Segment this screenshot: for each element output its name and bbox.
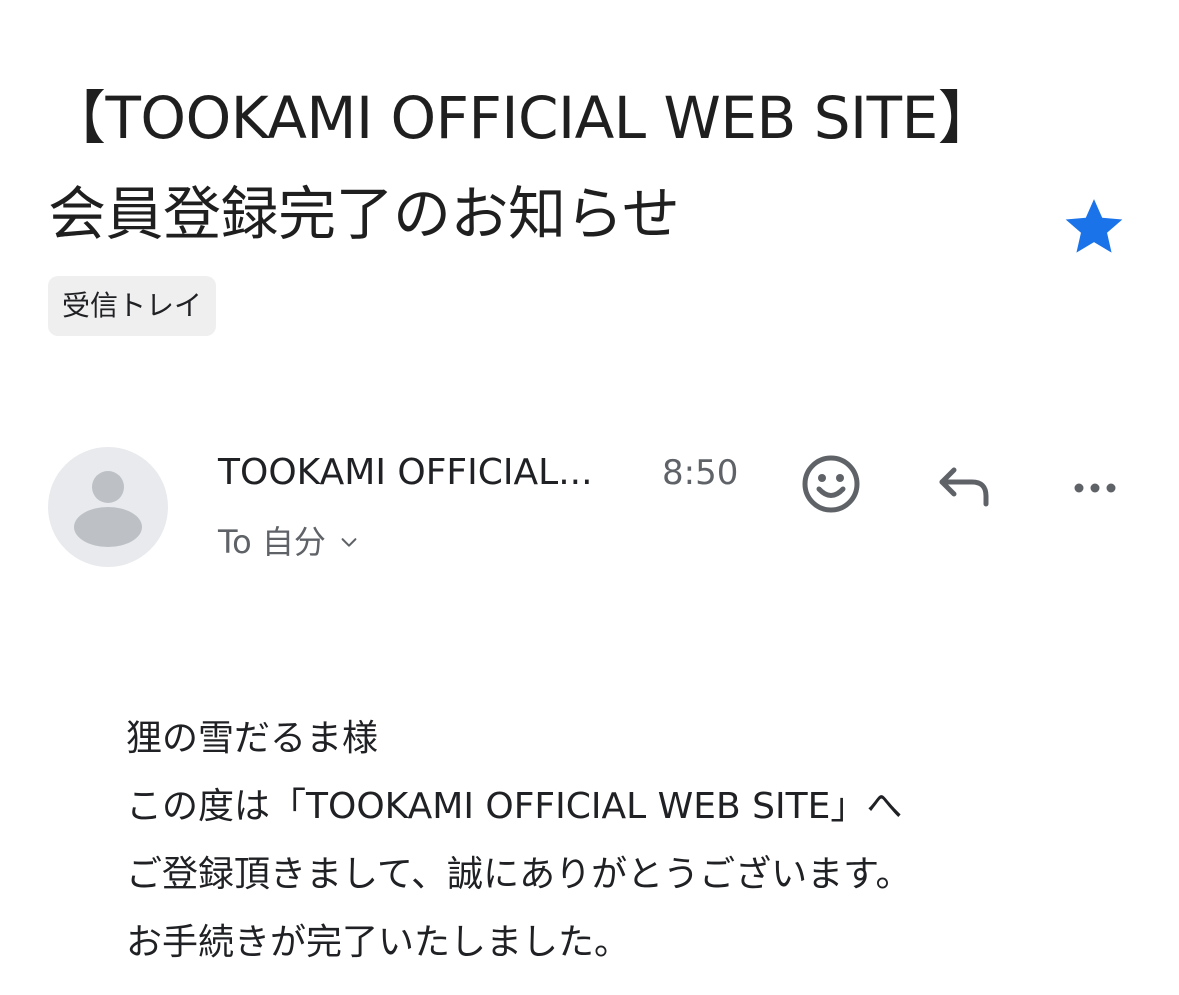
body-line: この度は「TOOKAMI OFFICIAL WEB SITE」へ [126, 786, 903, 827]
chevron-down-icon [341, 538, 357, 547]
sender-name[interactable]: TOOKAMI OFFICIAL... [218, 448, 593, 498]
add-reaction-button[interactable] [795, 448, 867, 520]
body-line: ご登録頂きまして、誠にありがとうございます。 [126, 854, 912, 895]
person-icon [74, 471, 142, 547]
body-line: 狸の雪だるま様 [126, 718, 379, 759]
body-line: お手続きが完了いたしました。 [126, 922, 631, 963]
reply-icon [939, 467, 989, 507]
more-options-button[interactable] [1059, 448, 1131, 520]
avatar[interactable] [48, 447, 168, 567]
email-body: 狸の雪だるま様 この度は「TOOKAMI OFFICIAL WEB SITE」へ… [126, 705, 912, 977]
email-subject: 【TOOKAMI OFFICIAL WEB SITE】会員登録完了のお知らせ [48, 84, 996, 248]
more-horizontal-icon [1074, 483, 1116, 493]
label-chip-inbox[interactable]: 受信トレイ [48, 276, 217, 336]
smiley-icon [802, 455, 860, 513]
recipient-toggle[interactable]: To 自分 [218, 518, 360, 566]
star-icon[interactable] [1060, 192, 1128, 260]
sent-time: 8:50 [662, 453, 739, 493]
reply-button[interactable] [928, 448, 1000, 520]
recipient-label: To 自分 [218, 523, 326, 561]
